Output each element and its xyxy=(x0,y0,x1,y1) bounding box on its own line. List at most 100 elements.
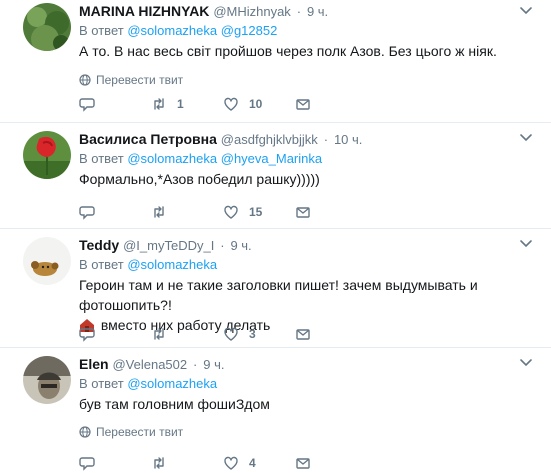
timestamp[interactable]: 9 ч. xyxy=(203,357,224,372)
reply-icon xyxy=(79,328,95,342)
mention-link[interactable]: @solomazheka xyxy=(127,151,217,166)
reply-context: В ответ @solomazheka xyxy=(79,374,541,394)
author-handle[interactable]: @MHizhnyak xyxy=(213,4,291,19)
envelope-icon xyxy=(296,329,310,340)
dm-button[interactable] xyxy=(295,204,367,220)
chevron-down-icon xyxy=(520,240,532,248)
author-handle[interactable]: @I_myTeDDy_I xyxy=(123,238,214,253)
reply-context: В ответ @solomazheka xyxy=(79,255,541,275)
like-button[interactable]: 3 xyxy=(223,326,295,342)
dm-button[interactable] xyxy=(295,326,367,342)
avatar[interactable] xyxy=(23,131,71,179)
dm-button[interactable] xyxy=(295,455,367,471)
translate-label: Перевести твит xyxy=(96,73,184,87)
avatar-image xyxy=(23,237,71,285)
reply-prefix: В ответ xyxy=(79,151,124,166)
retweet-button[interactable]: 1 xyxy=(151,96,223,112)
tweet-2[interactable]: Василиса Петровна @asdfghjklvbjjkk · 10 … xyxy=(0,123,551,229)
retweet-button[interactable] xyxy=(151,455,223,471)
dm-button[interactable] xyxy=(295,96,367,112)
retweet-icon xyxy=(154,457,164,469)
reply-button[interactable] xyxy=(79,326,151,342)
reply-context: В ответ @solomazheka @g12852 xyxy=(79,21,541,41)
mention-link[interactable]: @solomazheka xyxy=(127,376,217,391)
author-name[interactable]: MARINA HIZHNYAK xyxy=(79,3,209,19)
author-handle[interactable]: @asdfghjklvbjjkk xyxy=(221,132,318,147)
reply-icon xyxy=(79,98,95,112)
tweet-text: був там головним фошиЗдом xyxy=(79,396,270,412)
retweet-button[interactable] xyxy=(151,326,223,342)
reply-icon xyxy=(79,457,95,471)
retweet-icon xyxy=(154,98,164,110)
like-button[interactable]: 15 xyxy=(223,204,295,220)
heart-icon xyxy=(224,97,238,111)
mention-link[interactable]: @solomazheka xyxy=(127,23,217,38)
envelope-icon xyxy=(296,99,310,110)
retweet-icon xyxy=(154,328,164,340)
retweet-button[interactable] xyxy=(151,204,223,220)
retweet-icon xyxy=(154,206,164,218)
chevron-down-icon xyxy=(520,359,532,367)
avatar-image xyxy=(23,131,71,179)
chevron-down-icon xyxy=(520,134,532,142)
like-button[interactable]: 10 xyxy=(223,96,295,112)
reply-button[interactable] xyxy=(79,96,151,112)
mention-link[interactable]: @solomazheka xyxy=(127,257,217,272)
reply-icon xyxy=(79,206,95,220)
translate-label: Перевести твит xyxy=(96,425,184,439)
envelope-icon xyxy=(296,458,310,469)
separator-dot: · xyxy=(296,4,302,19)
more-menu[interactable] xyxy=(519,133,533,143)
envelope-icon xyxy=(296,207,310,218)
like-count: 15 xyxy=(249,205,263,219)
more-menu[interactable] xyxy=(519,358,533,368)
avatar[interactable] xyxy=(23,3,71,51)
separator-dot: · xyxy=(193,357,198,372)
avatar[interactable] xyxy=(23,356,71,404)
tweet-text: Формально,*Азов победил рашку))))) xyxy=(79,171,320,187)
like-count: 3 xyxy=(249,327,256,341)
timestamp[interactable]: 9 ч. xyxy=(230,238,251,253)
tweet-text: А то. В нас весь світ пройшов через полк… xyxy=(79,43,497,59)
mention-link[interactable]: @hyeva_Marinka xyxy=(221,151,322,166)
timestamp[interactable]: 10 ч. xyxy=(334,132,362,147)
translate-link[interactable]: Перевести твит xyxy=(79,423,541,441)
tweet-3[interactable]: Teddy @I_myTeDDy_I · 9 ч. В ответ @solom… xyxy=(0,229,551,348)
heart-icon xyxy=(224,456,238,470)
reply-button[interactable] xyxy=(79,455,151,471)
avatar[interactable] xyxy=(23,237,71,285)
translate-link[interactable]: Перевести твит xyxy=(79,71,541,89)
reply-button[interactable] xyxy=(79,204,151,220)
tweet-actions: 4 xyxy=(79,453,367,473)
reply-prefix: В ответ xyxy=(79,23,124,38)
author-name[interactable]: Elen xyxy=(79,356,109,372)
globe-icon xyxy=(79,74,91,86)
retweet-count: 1 xyxy=(177,97,184,111)
avatar-image xyxy=(23,356,71,404)
author-name[interactable]: Teddy xyxy=(79,237,119,253)
heart-icon xyxy=(224,205,238,219)
author-handle[interactable]: @Velena502 xyxy=(112,357,187,372)
tweet-actions: 1 10 xyxy=(79,94,367,114)
more-menu[interactable] xyxy=(519,239,533,249)
tweet-actions: 3 xyxy=(79,324,367,344)
heart-icon xyxy=(224,327,238,341)
separator-dot: · xyxy=(323,132,329,147)
chevron-down-icon xyxy=(520,7,532,15)
mention-link[interactable]: @g12852 xyxy=(221,23,278,38)
reply-prefix: В ответ xyxy=(79,257,124,272)
author-name[interactable]: Василиса Петровна xyxy=(79,131,217,147)
tweet-4[interactable]: Elen @Velena502 · 9 ч. В ответ @solomazh… xyxy=(0,348,551,473)
tweet-text-line: Героин там и не такие заголовки пишет! з… xyxy=(79,277,478,313)
more-menu[interactable] xyxy=(519,6,533,16)
reply-context: В ответ @solomazheka @hyeva_Marinka xyxy=(79,149,541,169)
reply-prefix: В ответ xyxy=(79,376,124,391)
like-button[interactable]: 4 xyxy=(223,455,295,471)
like-count: 4 xyxy=(249,456,256,470)
globe-icon xyxy=(79,426,91,438)
tweet-1[interactable]: MARINA HIZHNYAK @MHizhnyak · 9 ч. В отве… xyxy=(0,0,551,123)
timestamp[interactable]: 9 ч. xyxy=(307,4,328,19)
separator-dot: · xyxy=(220,238,225,253)
tweet-actions: 15 xyxy=(79,202,367,222)
avatar-image xyxy=(23,3,71,51)
